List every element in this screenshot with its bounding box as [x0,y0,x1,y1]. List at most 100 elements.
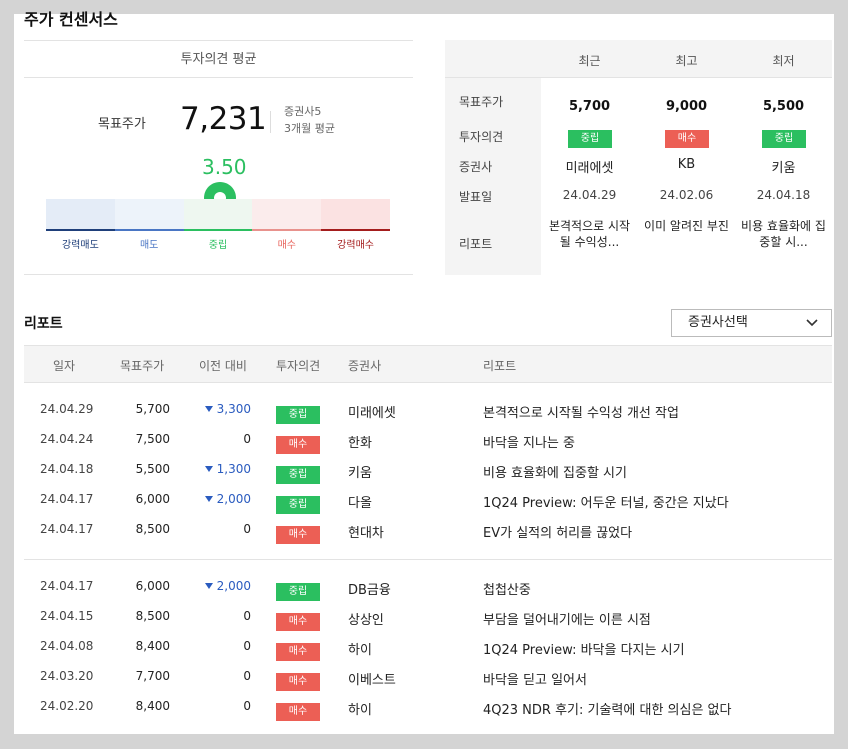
summary-price: 9,000 [665,99,708,114]
row-broker: 하이 [348,643,372,658]
table-row[interactable]: 24.04.29 5,700 3,300 중립 미래에셋 본격적으로 시작될 수익성 개선… [24,396,832,426]
row-broker: 하이 [348,703,372,718]
row-broker: 키움 [348,466,372,481]
row-report-link[interactable]: 비용 효율화에 집중할 시기 [483,462,627,481]
table-row[interactable]: 24.04.17 6,000 2,000 중립 DB금융 첩첩산중 [24,573,832,603]
row-target-price: 8,400 [135,639,170,653]
row-target-price: 6,000 [135,492,170,506]
average-period: 3개월 평균 [284,122,335,135]
row-change: 0 [184,432,251,446]
summary-price: 5,700 [568,99,611,114]
row-report-link[interactable]: 첩첩산중 [483,579,531,598]
row-report-link[interactable]: EV가 실적의 허리를 끊었다 [483,522,632,541]
down-arrow-icon [204,583,213,589]
report-table-header: 일자 목표주가 이전 대비 투자의견 증권사 리포트 [24,345,832,383]
row-report-link[interactable]: 4Q23 NDR 후기: 기술력에 대한 의심은 없다 [483,699,731,718]
scale-label: 강력매수 [337,240,374,251]
summary-broker: KB [677,157,696,172]
broker-count: 증권사5 [284,105,322,118]
column-header: 최저 [772,54,795,68]
table-row[interactable]: 24.04.08 8,400 0 매수 하이 1Q24 Preview: 바닥을 다지는 … [24,633,832,663]
col-broker: 증권사 [348,359,382,373]
row-target-price: 7,500 [135,432,170,446]
row-target-price: 7,700 [135,669,170,683]
table-row[interactable]: 24.02.20 8,400 0 매수 하이 4Q23 NDR 후기: 기술력에 대한 의… [24,693,832,723]
target-price-info: 증권사5 3개월 평균 [284,103,335,137]
row-change-value: 1,300 [216,462,251,476]
row-change-value: 2,000 [216,579,251,593]
row-change: 0 [184,699,251,713]
table-row[interactable]: 24.04.24 7,500 0 매수 한화 바닥을 지나는 중 [24,426,832,456]
row-change: 0 [184,669,251,683]
summary-column-highest: 최고 9,000 매수 KB 24.02.06 이미 알려진 부진 [638,40,735,275]
scale-label: 강력매도 [61,240,99,251]
opinion-badge: 매수 [276,643,320,661]
row-change: 1,300 [184,462,251,476]
col-target-price: 목표주가 [120,359,165,373]
col-date: 일자 [53,359,76,373]
row-target-price: 8,400 [135,699,170,713]
summary-date: 24.04.29 [562,188,617,202]
summary-date: 24.02.06 [659,188,714,202]
column-header: 최고 [675,54,698,68]
scale-strong-sell [46,199,115,231]
scale-label: 중립 [208,240,228,251]
opinion-badge: 매수 [276,703,320,721]
row-report-link[interactable]: 본격적으로 시작될 수익성 개선 작업 [483,402,679,421]
opinion-badge: 중립 [276,406,320,424]
opinion-scale [46,199,390,231]
table-row[interactable]: 24.04.15 8,500 0 매수 상상인 부담을 덜어내기에는 이른 시점 [24,603,832,633]
opinion-score: 3.50 [202,155,247,179]
summary-report-link[interactable]: 비용 효율화에 집중할 시... [739,218,828,250]
row-report-link[interactable]: 1Q24 Preview: 바닥을 다지는 시기 [483,639,685,658]
column-header: 최근 [578,54,601,68]
summary-date: 24.04.18 [756,188,811,202]
row-report-link[interactable]: 바닥을 딛고 일어서 [483,669,587,688]
down-arrow-icon [204,406,213,412]
summary-column-lowest: 최저 5,500 중립 키움 24.04.18 비용 효율화에 집중할 시... [735,40,832,275]
row-label-date: 발표일 [459,190,493,204]
report-section-title: 리포트 [24,316,63,332]
row-change-value: 3,300 [216,402,251,416]
row-label-target-price: 목표주가 [459,95,504,109]
down-arrow-icon [204,496,213,502]
row-date: 24.04.29 [40,402,94,416]
table-row[interactable]: 24.04.17 6,000 2,000 중립 다올 1Q24 Preview: 어두운 … [24,486,832,516]
row-broker: 미래에셋 [348,406,396,421]
summary-price: 5,500 [762,99,805,114]
row-change: 0 [184,609,251,623]
opinion-badge: 매수 [276,436,320,454]
row-change: 0 [184,522,251,536]
page-title: 주가 컨센서스 [24,10,118,29]
summary-report-link[interactable]: 본격적으로 시작될 수익성... [545,218,634,250]
row-change: 0 [184,639,251,653]
row-report-link[interactable]: 1Q24 Preview: 어두운 터널, 중간은 지났다 [483,492,729,511]
opinion-badge: 중립 [568,130,612,148]
row-date: 24.04.08 [40,639,94,653]
row-target-price: 6,000 [135,579,170,593]
row-target-price: 8,500 [135,522,170,536]
summary-column-latest: 최근 5,700 중립 미래에셋 24.04.29 본격적으로 시작될 수익성.… [541,40,638,275]
divider [270,111,271,133]
scale-label: 매수 [277,240,296,251]
row-broker: 상상인 [348,613,384,628]
row-report-link[interactable]: 바닥을 지나는 중 [483,432,575,451]
row-date: 24.04.17 [40,522,94,536]
row-change: 2,000 [184,579,251,593]
row-report-link[interactable]: 부담을 덜어내기에는 이른 시점 [483,609,651,628]
row-broker: DB금융 [348,583,391,598]
table-row[interactable]: 24.04.18 5,500 1,300 중립 키움 비용 효율화에 집중할 시기 [24,456,832,486]
row-label-opinion: 투자의견 [459,130,504,144]
table-row[interactable]: 24.03.20 7,700 0 매수 이베스트 바닥을 딛고 일어서 [24,663,832,693]
scale-sell [114,199,184,231]
broker-select-label: 증권사선택 [688,315,748,330]
summary-report-link[interactable]: 이미 알려진 부진 [642,218,731,234]
row-target-price: 8,500 [135,609,170,623]
row-broker: 현대차 [348,526,384,541]
row-label-report: 리포트 [459,237,493,251]
table-row[interactable]: 24.04.17 8,500 0 매수 현대차 EV가 실적의 허리를 끊었다 [24,516,832,546]
chevron-down-icon [806,319,818,327]
broker-select[interactable]: 증권사선택 [671,309,832,337]
col-change: 이전 대비 [199,359,247,373]
row-change-value: 0 [243,609,251,623]
